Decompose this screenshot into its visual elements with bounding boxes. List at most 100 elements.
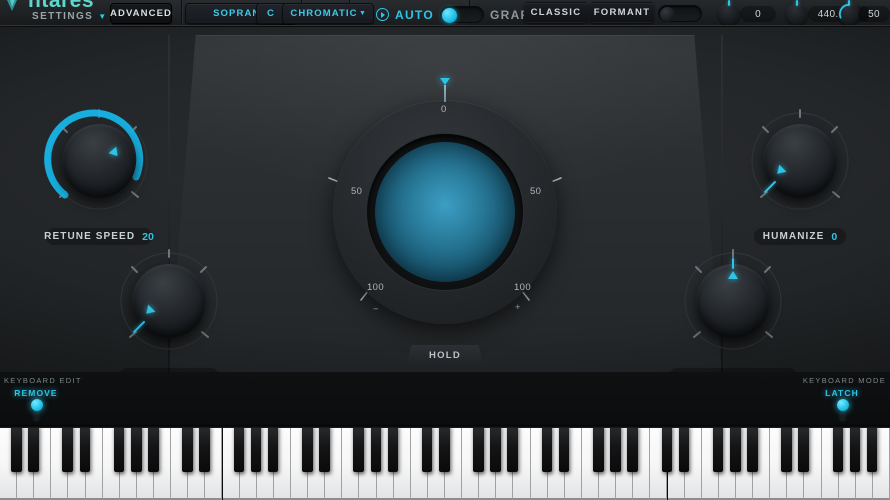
keyboard-mode-latch-label[interactable]: LATCH bbox=[812, 388, 872, 398]
keyboard-edit-remove-label[interactable]: REMOVE bbox=[6, 388, 66, 398]
piano-black-key[interactable] bbox=[558, 425, 570, 472]
knob-indicator bbox=[848, 0, 850, 6]
piano-black-key[interactable] bbox=[79, 425, 91, 472]
play-circle-icon bbox=[376, 8, 389, 21]
auto-tune-plugin-window: ntares SETTINGS ▼ VIEW INPUT TYPE KEY SC… bbox=[0, 0, 890, 500]
piano-black-key[interactable] bbox=[712, 425, 724, 472]
piano-black-key[interactable] bbox=[610, 425, 621, 472]
piano-black-key[interactable] bbox=[729, 425, 741, 472]
piano-black-key[interactable] bbox=[250, 425, 262, 472]
piano-black-key[interactable] bbox=[421, 425, 433, 472]
piano-black-key[interactable] bbox=[473, 425, 484, 472]
switch-knob bbox=[836, 399, 849, 411]
needle-stem bbox=[444, 85, 446, 102]
piano-black-key[interactable] bbox=[353, 425, 365, 472]
tracking-knob[interactable] bbox=[838, 0, 860, 25]
piano-black-key[interactable] bbox=[387, 425, 399, 472]
scale-right-50: 50 bbox=[530, 186, 542, 197]
flex-tune-control[interactable]: FLEX - TUNE 0 bbox=[114, 245, 224, 372]
piano-black-key[interactable] bbox=[490, 425, 501, 472]
piano-black-key[interactable] bbox=[439, 425, 450, 472]
scale-value: CHROMATIC bbox=[290, 8, 358, 19]
piano-black-key[interactable] bbox=[148, 425, 159, 472]
piano-black-key[interactable] bbox=[747, 425, 758, 472]
piano-black-key[interactable] bbox=[199, 425, 210, 472]
chevron-down-icon: ▼ bbox=[358, 10, 367, 17]
switch-knob bbox=[660, 7, 675, 22]
piano-black-key[interactable] bbox=[627, 425, 638, 472]
piano-black-key[interactable] bbox=[541, 425, 553, 472]
keyboard-top-edge bbox=[0, 425, 890, 428]
piano-black-key[interactable] bbox=[130, 425, 142, 472]
scale-left-50: 50 bbox=[351, 186, 363, 197]
flex-tune-knob[interactable] bbox=[132, 264, 206, 338]
scale-caption: SCALE bbox=[391, 0, 420, 2]
keyboard-mode-toggle[interactable]: LATCH MOMENTARY bbox=[812, 388, 876, 436]
keyboard-edit-toggle[interactable]: REMOVE BYPASS bbox=[6, 388, 66, 436]
piano-black-key[interactable] bbox=[849, 425, 861, 472]
settings-menu[interactable]: SETTINGS ▼ bbox=[32, 11, 106, 22]
tracking-value: 50 bbox=[858, 6, 890, 22]
transpose-value: 0 bbox=[740, 6, 776, 22]
humanize-label: HUMANIZE bbox=[762, 231, 825, 242]
chevron-down-icon: ▼ bbox=[98, 11, 107, 21]
switch-knob bbox=[30, 399, 43, 411]
piano-black-key[interactable] bbox=[28, 425, 39, 472]
piano-black-key[interactable] bbox=[62, 425, 74, 472]
pitch-change-display[interactable]: 0 50 50 100 100 − + bbox=[315, 78, 575, 347]
piano-black-key[interactable] bbox=[113, 425, 125, 472]
keyboard-edit-caption: KEYBOARD EDIT bbox=[4, 376, 82, 385]
natural-vibrato-control[interactable]: NATURAL VIBRATO 0.0 bbox=[667, 245, 799, 372]
piano-black-key[interactable] bbox=[370, 425, 382, 472]
piano-black-key[interactable] bbox=[507, 425, 519, 472]
piano-keyboard[interactable] bbox=[0, 425, 890, 500]
piano-black-key[interactable] bbox=[302, 425, 313, 472]
main-panel: RETUNE SPEED 20 FLEX - TUNE 0 bbox=[0, 27, 890, 372]
piano-black-key[interactable] bbox=[798, 425, 810, 472]
key-value: C bbox=[267, 8, 275, 19]
scale-zero-label: 0 bbox=[441, 104, 447, 115]
formant-switch[interactable] bbox=[658, 5, 702, 22]
piano-black-key[interactable] bbox=[267, 425, 279, 472]
formant-button[interactable]: FORMANT bbox=[590, 2, 654, 23]
humanize-knob[interactable] bbox=[763, 124, 837, 198]
retune-speed-label: RETUNE SPEED bbox=[44, 231, 136, 242]
top-toolbar: ntares SETTINGS ▼ VIEW INPUT TYPE KEY SC… bbox=[0, 0, 890, 27]
scale-select[interactable]: CHROMATIC ▼ bbox=[282, 3, 374, 24]
piano-black-key[interactable] bbox=[832, 425, 844, 472]
keyboard-edit-switch-track[interactable] bbox=[30, 399, 43, 422]
transpose-knob[interactable] bbox=[718, 0, 740, 25]
piano-black-key[interactable] bbox=[319, 425, 330, 472]
piano-black-key[interactable] bbox=[233, 425, 245, 472]
humanize-control[interactable]: HUMANIZE 0 bbox=[745, 105, 855, 255]
retune-speed-control[interactable]: RETUNE SPEED 20 bbox=[44, 105, 154, 255]
retune-speed-knob[interactable] bbox=[62, 124, 136, 198]
knob-indicator bbox=[728, 271, 738, 279]
reference-frequency-knob[interactable] bbox=[786, 0, 808, 25]
piano-black-key[interactable] bbox=[11, 425, 22, 472]
piano-black-key[interactable] bbox=[182, 425, 193, 472]
piano-black-key[interactable] bbox=[866, 425, 878, 472]
switch-knob bbox=[441, 8, 457, 23]
auto-graph-switch[interactable] bbox=[439, 6, 484, 23]
antares-mark-icon bbox=[6, 0, 18, 11]
key-caption: KEY bbox=[319, 0, 337, 2]
hold-label: HOLD bbox=[428, 350, 462, 361]
scale-left-100: 100 bbox=[367, 282, 385, 293]
classic-label: CLASSIC bbox=[530, 7, 582, 18]
view-advanced-button[interactable]: ADVANCED bbox=[110, 3, 172, 24]
retune-speed-readout: RETUNE SPEED 20 bbox=[44, 227, 154, 246]
piano-black-key[interactable] bbox=[661, 425, 673, 472]
piano-black-key[interactable] bbox=[781, 425, 792, 472]
humanize-readout: HUMANIZE 0 bbox=[753, 227, 847, 246]
formant-label: FORMANT bbox=[593, 7, 651, 18]
hold-button[interactable]: HOLD bbox=[406, 345, 484, 366]
classic-button[interactable]: CLASSIC bbox=[524, 2, 588, 23]
knob-indicator bbox=[796, 0, 798, 6]
knob-indicator-line bbox=[732, 258, 734, 269]
piano-black-key[interactable] bbox=[593, 425, 604, 472]
keyboard-mode-caption: KEYBOARD MODE bbox=[802, 376, 886, 385]
piano-black-key[interactable] bbox=[678, 425, 690, 472]
flat-sign-label: − bbox=[373, 304, 379, 315]
keyboard-mode-switch-track[interactable] bbox=[836, 399, 849, 422]
